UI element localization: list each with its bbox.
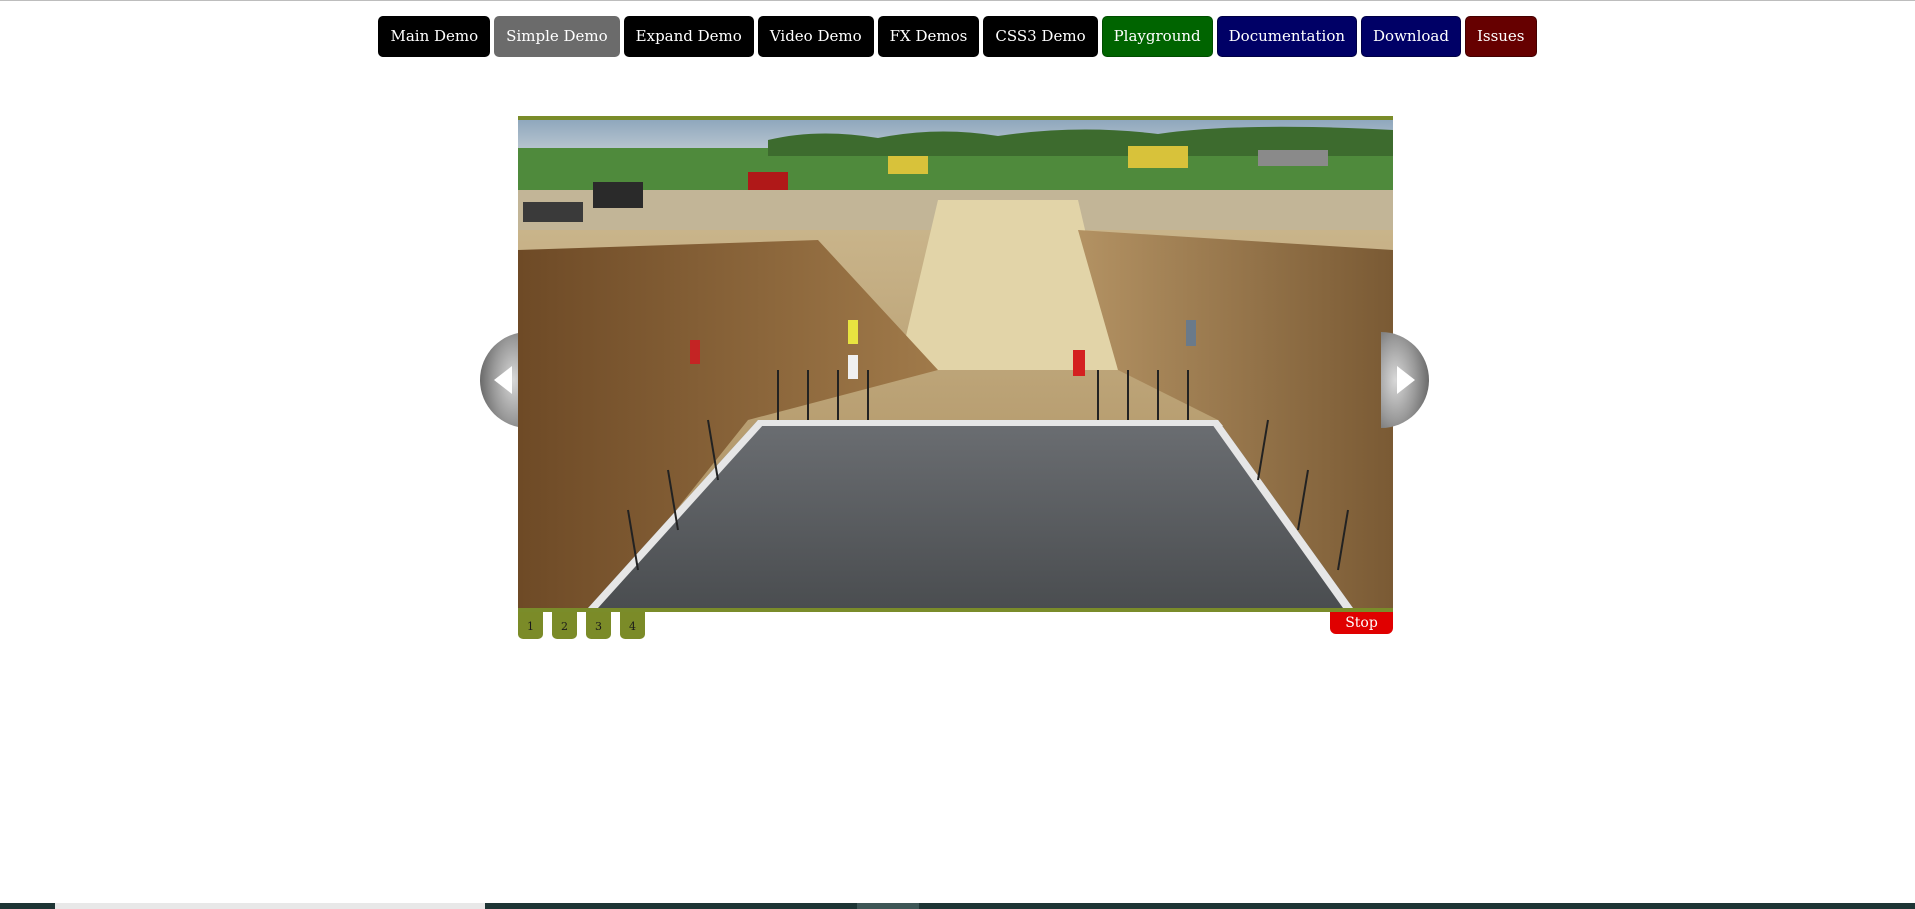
issues-button[interactable]: Issues bbox=[1464, 16, 1537, 57]
slide-image bbox=[518, 120, 1393, 608]
video-demo-button[interactable]: Video Demo bbox=[757, 16, 874, 57]
arrow-right-icon bbox=[1381, 332, 1429, 428]
taskbar bbox=[0, 903, 1915, 909]
page-3-button[interactable]: 3 bbox=[586, 612, 611, 639]
image-slider bbox=[518, 116, 1393, 612]
page-4-button[interactable]: 4 bbox=[620, 612, 645, 639]
next-slide-button[interactable] bbox=[1381, 332, 1445, 428]
fx-demos-button[interactable]: FX Demos bbox=[877, 16, 980, 57]
documentation-button[interactable]: Documentation bbox=[1216, 16, 1358, 57]
taskbar-item[interactable] bbox=[857, 903, 919, 909]
taskbar-item[interactable] bbox=[55, 903, 485, 909]
download-button[interactable]: Download bbox=[1361, 16, 1461, 57]
page-1-button[interactable]: 1 bbox=[518, 612, 543, 639]
top-rule bbox=[0, 0, 1915, 1]
demo-nav: Main Demo Simple Demo Expand Demo Video … bbox=[0, 16, 1915, 57]
main-demo-button[interactable]: Main Demo bbox=[378, 16, 491, 57]
expand-demo-button[interactable]: Expand Demo bbox=[623, 16, 754, 57]
simple-demo-button[interactable]: Simple Demo bbox=[494, 16, 620, 57]
page-2-button[interactable]: 2 bbox=[552, 612, 577, 639]
slide-pager: 1 2 3 4 bbox=[518, 612, 645, 639]
stop-button[interactable]: Stop bbox=[1330, 612, 1393, 634]
css3-demo-button[interactable]: CSS3 Demo bbox=[983, 16, 1098, 57]
playground-button[interactable]: Playground bbox=[1101, 16, 1213, 57]
